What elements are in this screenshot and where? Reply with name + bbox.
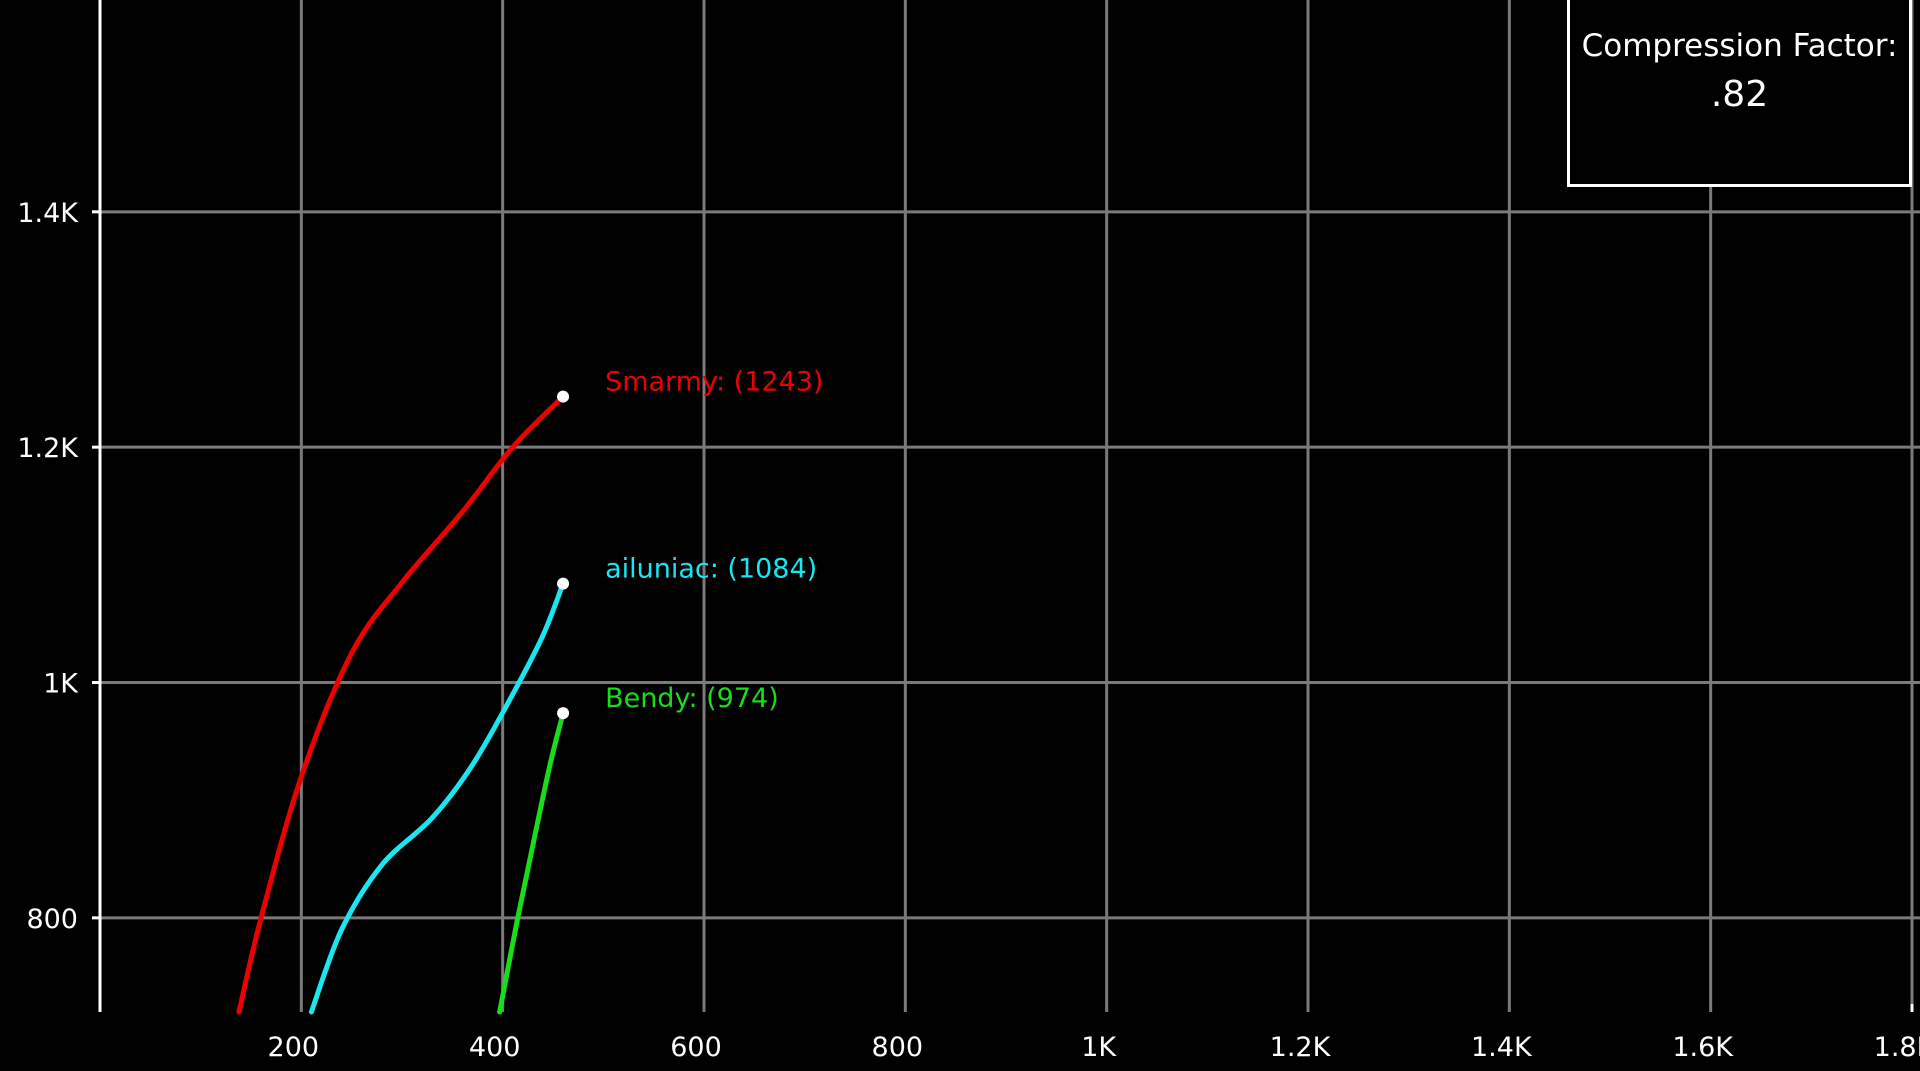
x-tick-label: 1.2K: [1270, 1032, 1332, 1063]
compression-factor-box: Compression Factor: .82: [1567, 0, 1912, 187]
series-endpoint-ailuniac: [557, 577, 570, 590]
series-label-bendy: Bendy: (974): [605, 683, 779, 714]
compression-factor-label: Compression Factor:: [1581, 28, 1898, 64]
series-label-smarmy: Smarmy: (1243): [605, 367, 823, 398]
y-tick-label: 1.4K: [17, 198, 79, 229]
x-tick-label: 1.8K: [1874, 1032, 1920, 1063]
x-tick-label: 400: [469, 1032, 521, 1063]
series-endpoint-smarmy: [557, 390, 570, 403]
x-tick-label: 1K: [1081, 1032, 1117, 1063]
x-tick-label: 600: [670, 1032, 722, 1063]
series-line-smarmy: [236, 394, 566, 1015]
y-tick-label: 800: [26, 904, 78, 935]
series-endpoint-bendy: [557, 707, 570, 720]
y-tick-label: 1K: [43, 669, 79, 700]
x-tick-label: 800: [872, 1032, 924, 1063]
series-line-ailuniac: [308, 581, 566, 1015]
x-tick-label: 1.6K: [1672, 1032, 1734, 1063]
series-label-ailuniac: ailuniac: (1084): [605, 554, 817, 585]
series-group: Smarmy: (1243) ailuniac: (1084) Bendy: (97…: [236, 367, 823, 1015]
y-tick-label: 1.2K: [17, 433, 79, 464]
compression-factor-value: .82: [1710, 74, 1769, 115]
x-tick-label: 1.4K: [1471, 1032, 1533, 1063]
series-line-bendy: [497, 710, 566, 1015]
x-tick-label: 200: [268, 1032, 320, 1063]
